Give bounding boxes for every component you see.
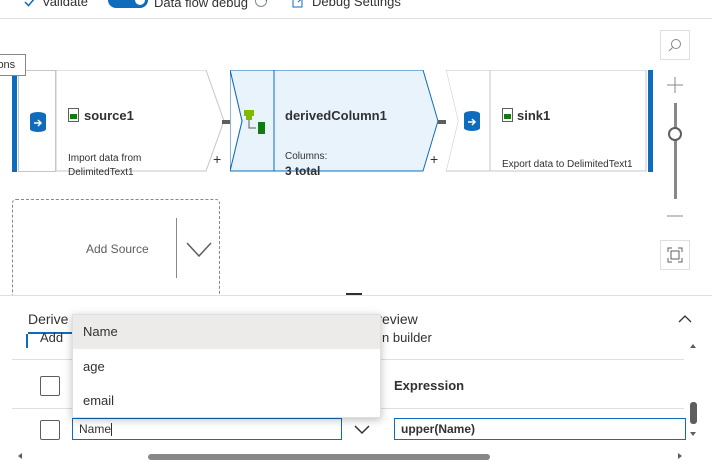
- node-left-bar: [12, 70, 17, 172]
- minus-icon: [667, 215, 683, 217]
- add-transform-button[interactable]: +: [430, 151, 438, 167]
- node-icon-area: [18, 70, 56, 172]
- add-button[interactable]: Add: [40, 330, 63, 345]
- database-icon: [30, 112, 46, 132]
- chevron-down-icon[interactable]: [354, 425, 370, 435]
- data-flow-debug[interactable]: Data flow debug: [108, 0, 268, 10]
- debug-settings-label: Debug Settings: [312, 0, 401, 9]
- validate-button[interactable]: Validate: [24, 0, 88, 9]
- zoom-slider-track[interactable]: [674, 103, 677, 199]
- node-right-bar: [648, 70, 653, 172]
- node-desc-line2: DelimitedText1: [68, 167, 134, 178]
- search-button[interactable]: [660, 30, 690, 60]
- row-checkbox[interactable]: [40, 420, 60, 440]
- checkmark-icon: [24, 0, 34, 7]
- text-cursor: [111, 423, 113, 437]
- derived-column-icon: [244, 110, 265, 134]
- node-title: derivedColumn1: [285, 108, 387, 123]
- toolbar: Validate Data flow debug Debug Settings: [0, 0, 712, 19]
- open-settings-icon: [292, 0, 303, 7]
- add-button-border: [26, 334, 28, 348]
- zoom-slider-thumb[interactable]: [668, 127, 682, 141]
- columns-value: 3 total: [285, 164, 321, 178]
- tooltip: ions: [0, 54, 26, 76]
- tab-derived-column-settings[interactable]: Derive: [28, 311, 68, 327]
- columns-label: Columns:: [285, 151, 328, 162]
- expression-column-header: Expression: [394, 378, 465, 393]
- open-expression-builder[interactable]: n builder: [382, 330, 432, 345]
- scroll-right-icon[interactable]: [676, 452, 684, 460]
- zoom-in-button[interactable]: [660, 70, 690, 100]
- canvas-more-icon[interactable]: [668, 287, 684, 295]
- dropdown-option-selected[interactable]: Name: [73, 315, 380, 349]
- add-transform-button[interactable]: +: [213, 151, 221, 167]
- node-title: sink1: [517, 108, 551, 123]
- add-source-label: Add Source: [86, 242, 149, 256]
- database-icon: [464, 111, 480, 131]
- node-title: source1: [84, 108, 134, 123]
- expression-value: upper(Name): [401, 422, 476, 436]
- node-sink1[interactable]: sink1 Export data to DelimitedText1: [446, 70, 658, 172]
- file-icon: [502, 108, 513, 122]
- dropdown-option[interactable]: age: [73, 350, 380, 384]
- node-derivedcolumn1[interactable]: derivedColumn1 Columns: 3 total: [230, 70, 440, 178]
- column-name-input[interactable]: Name: [72, 418, 342, 440]
- file-icon: [68, 108, 79, 122]
- fit-to-screen-button[interactable]: [660, 240, 690, 270]
- add-source-box[interactable]: Add Source: [12, 199, 220, 299]
- debug-toggle[interactable]: [108, 0, 148, 8]
- horizontal-scroll-thumb[interactable]: [148, 454, 490, 460]
- debug-settings-button[interactable]: Debug Settings: [292, 0, 401, 9]
- plus-icon: [667, 77, 683, 93]
- chevron-up-icon[interactable]: [678, 315, 692, 323]
- divider: [176, 218, 177, 278]
- data-flow-debug-label: Data flow debug: [154, 0, 248, 10]
- pipeline-canvas[interactable]: source1 Import data from DelimitedText1 …: [0, 19, 712, 299]
- spinner-icon: [254, 0, 268, 7]
- expression-input[interactable]: upper(Name): [394, 418, 686, 440]
- scroll-up-icon[interactable]: [689, 342, 697, 350]
- zoom-out-button[interactable]: [660, 201, 690, 231]
- search-icon: [668, 39, 681, 52]
- chevron-down-icon[interactable]: [186, 242, 212, 258]
- column-name-value: Name: [79, 422, 112, 436]
- fit-screen-icon: [667, 247, 683, 263]
- vertical-scroll-thumb[interactable]: [690, 402, 697, 424]
- scroll-down-icon[interactable]: [689, 430, 697, 438]
- scroll-left-icon[interactable]: [16, 452, 24, 460]
- column-dropdown-menu: Name age email: [72, 314, 381, 418]
- node-desc: Export data to DelimitedText1: [502, 159, 633, 170]
- validate-label: Validate: [42, 0, 89, 9]
- select-all-checkbox[interactable]: [40, 376, 60, 396]
- dropdown-option[interactable]: email: [73, 384, 380, 418]
- node-desc-line1: Import data from: [68, 153, 142, 164]
- node-source1[interactable]: source1 Import data from DelimitedText1: [12, 70, 225, 178]
